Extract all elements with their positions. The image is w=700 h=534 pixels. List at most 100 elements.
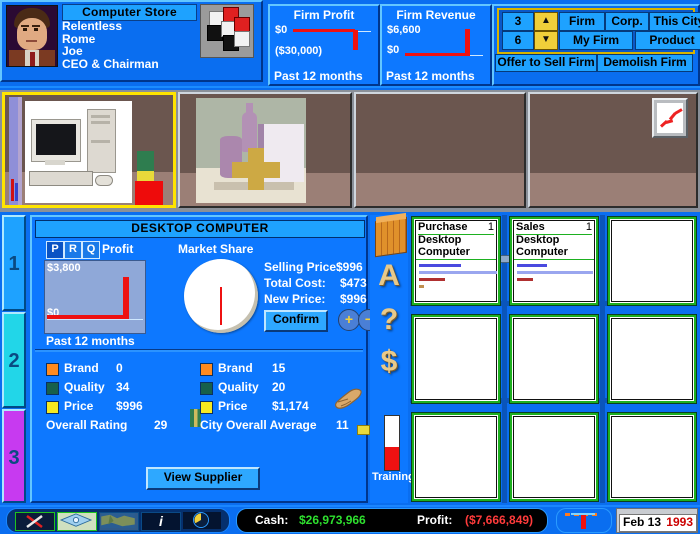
brand-value-city: 15	[272, 361, 286, 375]
quality-swatch-city	[200, 382, 213, 395]
tab-profit-view[interactable]: P	[46, 241, 64, 259]
clock-icon[interactable]	[183, 512, 221, 529]
blueprint-icon[interactable]	[57, 512, 97, 531]
price-swatch-city	[200, 401, 213, 414]
tools-icon[interactable]	[15, 512, 55, 531]
red-product-box	[135, 181, 163, 205]
cash-profit-readout: Cash: $26,973,966 Profit: ($7,666,849)	[236, 508, 548, 533]
firm-revenue-panel[interactable]: Firm Revenue $6,600 $0 Past 12 months	[380, 4, 492, 86]
help-icon[interactable]: ?	[372, 303, 406, 337]
floor-tab-strip: 1 2 3	[2, 215, 28, 503]
brand-value-mine: 0	[116, 361, 123, 375]
desktop-computer-icon	[25, 101, 132, 203]
selling-price-value: $996	[336, 260, 363, 274]
cube-logo-icon	[200, 4, 254, 58]
firm-profit-title: Firm Profit	[293, 8, 355, 22]
overall-rating-value: 29	[154, 418, 168, 432]
status-bar: i Cash: $26,973,966 Profit: ($7,666,849)…	[0, 505, 700, 534]
empty-cell-9[interactable]	[608, 413, 696, 501]
tab-product[interactable]: Product	[635, 31, 700, 50]
shelf-bay-desktop-computer[interactable]	[2, 92, 176, 208]
sidebar-item-floor-3[interactable]: 3	[2, 409, 26, 503]
empty-cell-7[interactable]	[412, 413, 500, 501]
advertising-icon[interactable]: A	[372, 259, 406, 293]
game-speed-control[interactable]	[556, 508, 612, 533]
rank-value-top[interactable]: 3	[502, 12, 534, 31]
firm-profit-panel[interactable]: Firm Profit $0 ($30,000) Past 12 months	[268, 4, 380, 86]
tab-my-firm[interactable]: My Firm	[559, 31, 633, 50]
firm-revenue-footer: Past 12 months	[386, 69, 475, 83]
city-average-label: City Overall Average	[200, 418, 317, 432]
purchase-cell[interactable]: 1 Purchase Desktop Computer	[412, 217, 500, 305]
shelf-bay-empty-4[interactable]	[528, 92, 698, 208]
firm-revenue-chart: $6,600 $0	[387, 24, 483, 64]
shelf-bay-empty-3[interactable]	[354, 92, 526, 208]
sales-cell-line2: Computer	[516, 246, 568, 258]
tab-firm[interactable]: Firm	[559, 12, 605, 31]
date-month-day: Feb 13	[623, 515, 662, 529]
price-label-mine: Price	[64, 399, 94, 413]
quality-swatch-mine	[46, 382, 59, 395]
empty-cell-5[interactable]	[510, 315, 598, 403]
offer-to-sell-firm-button[interactable]: Offer to Sell Firm	[495, 54, 597, 72]
empty-cell-6[interactable]	[608, 315, 696, 403]
market-share-label: Market Share	[178, 242, 254, 256]
sales-cell-line1: Desktop	[516, 234, 560, 246]
books-icon[interactable]	[372, 216, 407, 258]
sidebar-item-floor-2[interactable]: 2	[2, 312, 26, 408]
brand-swatch-city	[200, 363, 213, 376]
new-price-value: $996	[340, 292, 367, 306]
brand-swatch-mine	[46, 363, 59, 376]
product-profit-footer: Past 12 months	[46, 334, 135, 348]
map-icon[interactable]	[99, 512, 139, 531]
sales-cell-title: 1 Sales	[516, 221, 592, 235]
tab-quantity-view[interactable]: Q	[82, 241, 100, 259]
sidebar-item-floor-1[interactable]: 1	[2, 215, 26, 311]
new-price-label: New Price:	[264, 292, 326, 306]
info-icon[interactable]: i	[141, 512, 181, 531]
quality-label-city: Quality	[218, 380, 259, 394]
view-selector-group: 3 ▲ Firm Corp. This City 6 ▼ My Firm Pro…	[497, 8, 700, 54]
firm-revenue-high: $6,600	[387, 24, 421, 36]
tab-this-city[interactable]: This City	[649, 12, 700, 31]
trend-chart-icon[interactable]	[652, 98, 688, 138]
operations-grid: 1 Purchase Desktop Computer 1 Sales Desk…	[410, 215, 696, 503]
overall-rating-label: Overall Rating	[46, 418, 128, 432]
date-display: Feb 13 1993	[616, 508, 698, 533]
cash-label: Cash:	[255, 513, 289, 527]
ceo-details: Relentless Rome Joe CEO & Chairman	[62, 20, 159, 70]
down-arrow-icon[interactable]: ▼	[534, 31, 558, 50]
view-supplier-button[interactable]: View Supplier	[146, 467, 260, 490]
up-arrow-icon[interactable]: ▲	[534, 12, 558, 31]
quality-label-mine: Quality	[64, 380, 105, 394]
purchase-cell-line1: Desktop	[418, 234, 462, 246]
training-gauge-icon[interactable]: Training	[372, 415, 415, 487]
ceo-portrait-icon	[6, 5, 58, 67]
rank-value-bottom[interactable]: 6	[502, 31, 534, 50]
confirm-button[interactable]: Confirm	[264, 310, 328, 332]
brand-label-mine: Brand	[64, 361, 99, 375]
sales-cell-count: 1	[585, 221, 592, 233]
company-info-panel[interactable]: Computer Store Relentless Rome Joe CEO &…	[0, 0, 263, 82]
sales-cell[interactable]: 1 Sales Desktop Computer	[510, 217, 598, 305]
finance-icon[interactable]: $	[372, 345, 406, 379]
selling-price-label: Selling Price:	[264, 260, 341, 274]
empty-cell-8[interactable]	[510, 413, 598, 501]
empty-cell-4[interactable]	[412, 315, 500, 403]
empty-cell-3[interactable]	[608, 217, 696, 305]
tab-corp[interactable]: Corp.	[605, 12, 649, 31]
increase-price-button[interactable]: +	[338, 309, 360, 331]
firm-profit-low: ($30,000)	[275, 45, 323, 57]
panel-divider	[35, 349, 363, 352]
tab-revenue-view[interactable]: R	[64, 241, 82, 259]
top-bar: Computer Store Relentless Rome Joe CEO &…	[0, 0, 700, 88]
product-profit-chart: $3,800 $0	[44, 260, 146, 334]
shelf-bay-housewares[interactable]	[178, 92, 352, 208]
firm-revenue-low: $0	[387, 44, 400, 56]
total-cost-label: Total Cost:	[264, 276, 326, 290]
firm-profit-high: $0	[275, 24, 288, 36]
total-cost-value: $473	[340, 276, 367, 290]
floor-tab-label-1: 1	[8, 253, 20, 275]
price-value-mine: $996	[116, 399, 143, 413]
demolish-firm-button[interactable]: Demolish Firm	[597, 54, 693, 72]
